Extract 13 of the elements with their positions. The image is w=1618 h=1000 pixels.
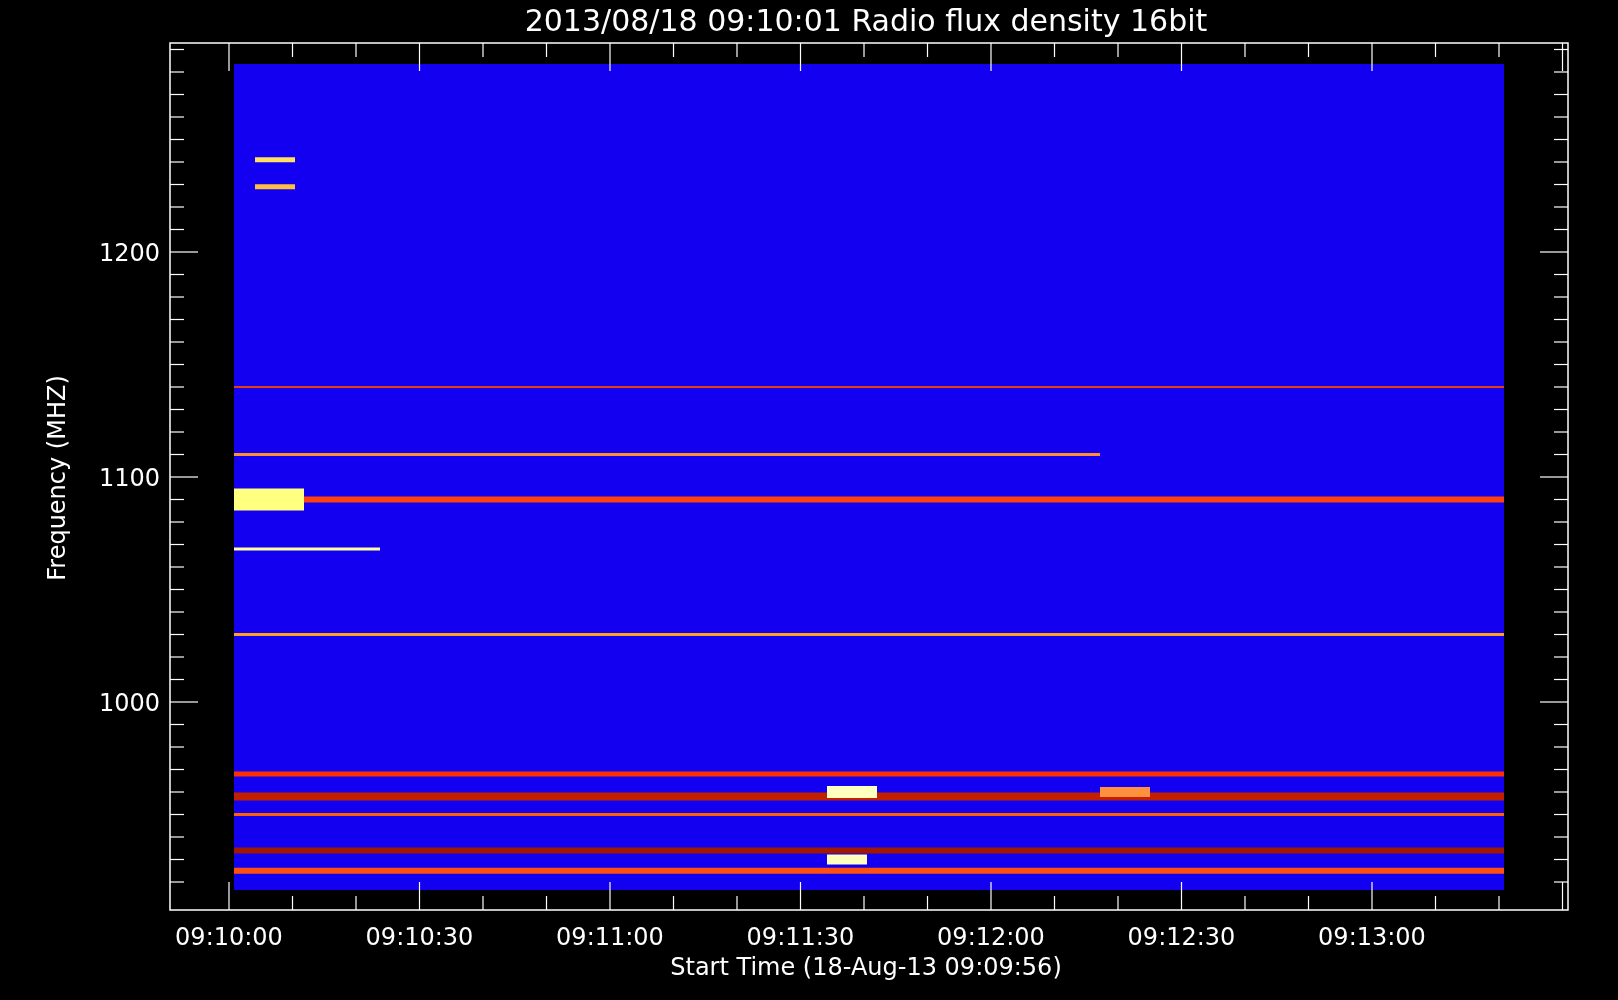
x-tick-label: 09:12:00 [937, 923, 1045, 951]
x-tick-label: 09:10:00 [175, 923, 283, 951]
y-axis-label: Frequency (MHZ) [43, 375, 71, 581]
x-tick-label: 09:13:00 [1318, 923, 1426, 951]
x-tick-label: 09:10:30 [365, 923, 474, 951]
x-tick-label: 09:11:00 [556, 923, 664, 951]
chart-title: 2013/08/18 09:10:01 Radio flux density 16bit [524, 3, 1208, 38]
y-tick-label: 1200 [98, 239, 160, 267]
x-tick-label: 09:11:30 [746, 923, 855, 951]
y-tick-label: 1100 [98, 464, 160, 492]
y-tick-label: 1000 [98, 689, 160, 717]
x-axis-label: Start Time (18-Aug-13 09:09:56) [670, 953, 1062, 981]
x-tick-label: 09:12:30 [1127, 923, 1236, 951]
